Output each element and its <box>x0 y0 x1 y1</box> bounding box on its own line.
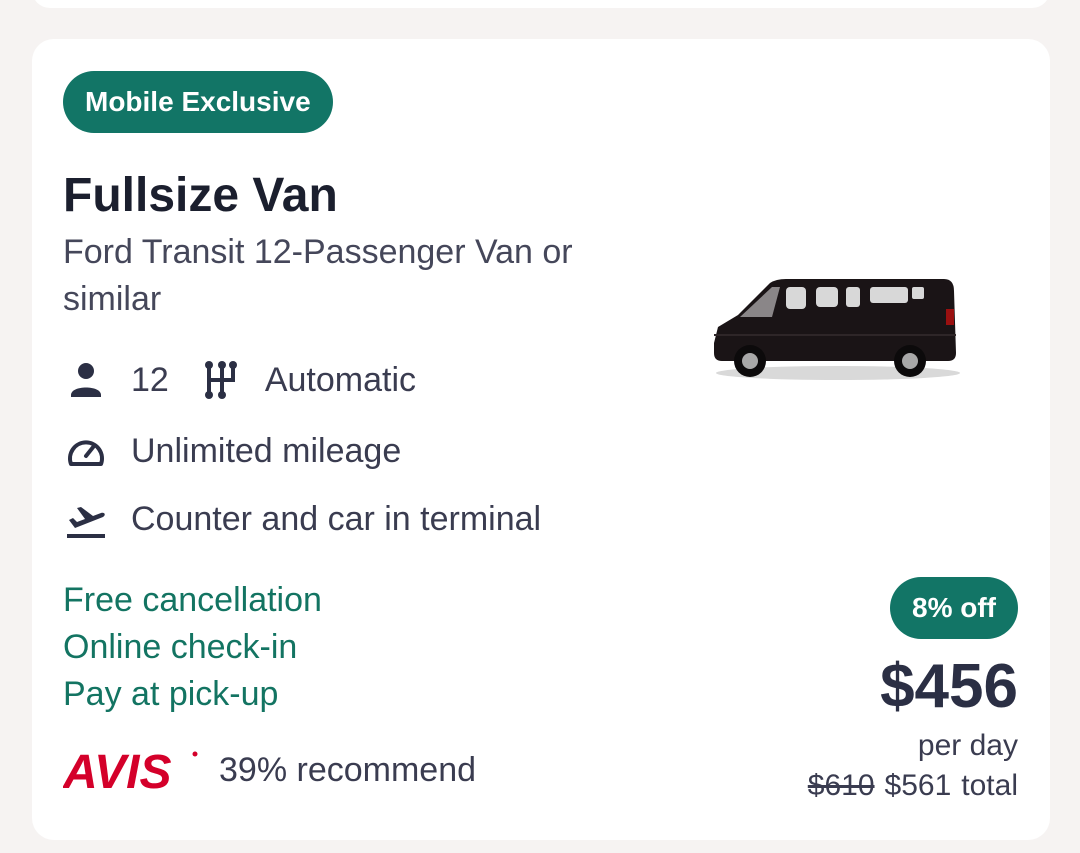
avis-logo-text: AVIS <box>63 746 171 794</box>
supplier-row: AVIS 39% recommend <box>63 745 476 795</box>
seats-count: 12 <box>131 360 169 399</box>
car-model: Ford Transit 12-Passenger Van or similar <box>63 233 573 318</box>
feature-seats-transmission: 12 Automatic <box>63 356 416 404</box>
perk-online-checkin: Online check-in <box>63 628 298 666</box>
perk-free-cancellation: Free cancellation <box>63 581 322 619</box>
avis-logo: AVIS <box>63 746 198 794</box>
discount-badge: 8% off <box>890 577 1018 639</box>
car-category: Fullsize Van <box>63 169 338 222</box>
pickup-text: Counter and car in terminal <box>131 499 542 538</box>
previous-card[interactable] <box>32 0 1050 8</box>
feature-mileage: Unlimited mileage <box>63 427 401 475</box>
total-price: $610 $561 total <box>808 769 1018 803</box>
feature-pickup: Counter and car in terminal <box>63 495 541 543</box>
daily-price: $456 <box>880 652 1018 721</box>
gearshift-icon <box>199 357 245 403</box>
original-total: $610 <box>807 769 875 802</box>
perks-list: Free cancellation Online check-in Pay at… <box>63 577 322 718</box>
speedometer-icon <box>63 428 109 474</box>
recommend-rate: 39% recommend <box>219 750 477 789</box>
van-image <box>714 279 960 380</box>
mileage-text: Unlimited mileage <box>131 431 402 470</box>
person-icon <box>63 357 109 403</box>
per-day-label: per day <box>917 729 1018 762</box>
airplane-departure-icon <box>63 496 109 542</box>
car-offer-card[interactable]: Mobile Exclusive Fullsize Van Ford Trans… <box>32 39 1050 840</box>
discounted-total: $561 <box>884 769 952 802</box>
mobile-exclusive-badge: Mobile Exclusive <box>63 71 333 133</box>
perk-pay-at-pickup: Pay at pick-up <box>63 675 279 713</box>
transmission-type: Automatic <box>264 360 417 399</box>
total-label: total <box>961 769 1018 802</box>
